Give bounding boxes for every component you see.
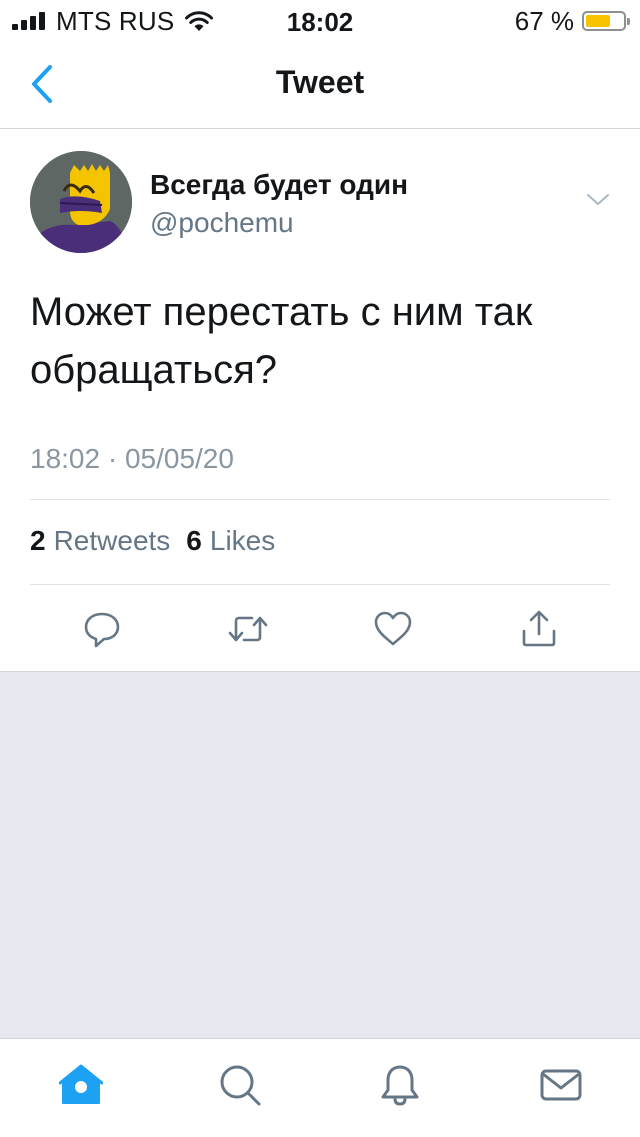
tweet-stats: 2 Retweets 6 Likes	[30, 525, 291, 557]
divider	[30, 499, 610, 500]
battery-cap	[627, 18, 630, 25]
navigation-bar: Tweet	[0, 40, 640, 129]
retweet-icon	[228, 616, 268, 642]
tweet-text: Может перестать с ним так обращаться?	[30, 290, 533, 392]
page-title: Tweet	[275, 64, 365, 100]
battery-percent: 67 %	[514, 5, 574, 36]
reply-icon	[84, 612, 120, 648]
tab-messages[interactable]	[537, 1061, 585, 1109]
messages-icon	[540, 1069, 582, 1101]
tweet-detail: Всегда будет один @pochemu Может переста…	[0, 129, 640, 672]
share-icon	[522, 610, 556, 647]
like-button[interactable]	[371, 607, 415, 651]
tab-bar	[0, 1038, 640, 1137]
tweet-timestamp: 18:02 · 05/05/20	[30, 443, 234, 474]
retweets-count[interactable]: 2	[30, 525, 46, 557]
tab-notifications[interactable]	[376, 1061, 424, 1109]
avatar-image	[30, 151, 132, 253]
divider	[30, 584, 610, 585]
battery-icon	[582, 11, 630, 31]
author-display-name[interactable]: Всегда будет один	[150, 169, 408, 201]
retweets-label[interactable]: Retweets	[54, 525, 171, 557]
tweet-actions	[0, 599, 640, 659]
tab-search[interactable]	[216, 1061, 264, 1109]
status-right: 67 %	[514, 5, 630, 36]
avatar[interactable]	[30, 151, 132, 253]
chevron-down-icon	[587, 194, 609, 205]
author-handle[interactable]: @pochemu	[150, 207, 294, 239]
reply-button[interactable]	[80, 607, 124, 651]
share-button[interactable]	[517, 607, 561, 651]
search-icon	[220, 1065, 261, 1106]
battery-fill	[586, 15, 610, 27]
status-bar: MTS RUS 18:02 67 %	[0, 0, 640, 40]
more-options-button[interactable]	[586, 191, 610, 209]
likes-label[interactable]: Likes	[210, 525, 275, 557]
tab-home[interactable]	[57, 1061, 105, 1109]
retweet-button[interactable]	[226, 607, 270, 651]
likes-count[interactable]: 6	[186, 525, 202, 557]
home-icon	[59, 1064, 103, 1104]
like-icon	[374, 611, 412, 646]
notifications-icon	[381, 1065, 419, 1106]
